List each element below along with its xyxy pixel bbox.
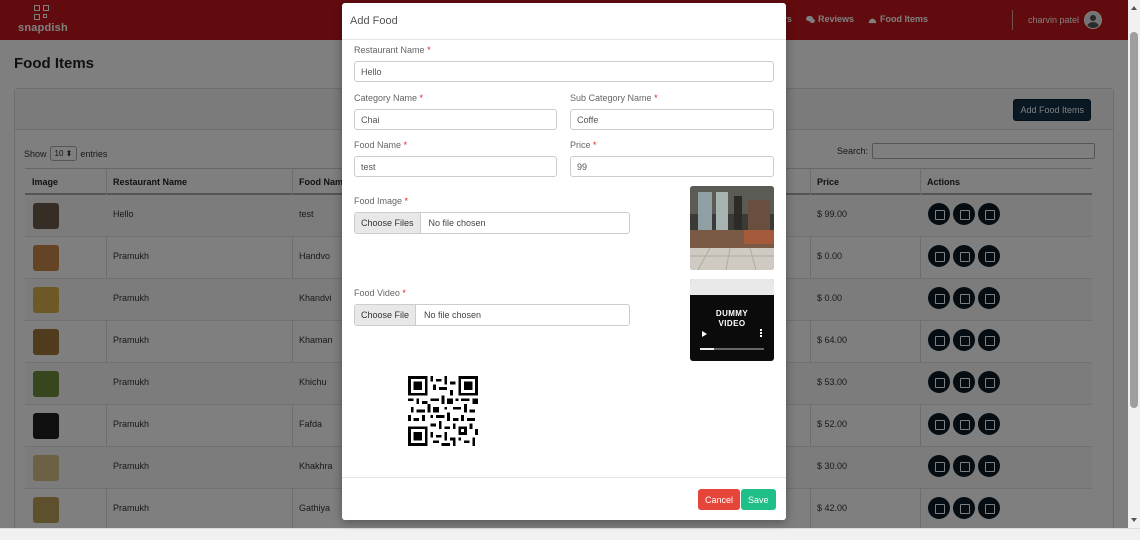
modal-header-divider bbox=[342, 39, 786, 40]
video-top-strip bbox=[690, 279, 774, 295]
choose-files-button[interactable]: Choose Files bbox=[355, 213, 421, 233]
required-mark: * bbox=[654, 93, 658, 103]
required-mark: * bbox=[427, 45, 431, 55]
scroll-up-icon[interactable] bbox=[1131, 6, 1137, 10]
modal-title: Add Food bbox=[350, 15, 398, 27]
food-video-player[interactable]: DUMMY VIDEO bbox=[690, 279, 774, 361]
required-mark: * bbox=[404, 196, 409, 206]
food-image-preview bbox=[690, 186, 774, 270]
price-input[interactable]: 99 bbox=[570, 156, 774, 177]
required-mark: * bbox=[593, 140, 597, 150]
video-overlay-text: DUMMY VIDEO bbox=[715, 309, 749, 328]
required-mark: * bbox=[402, 288, 406, 298]
file-status: No file chosen bbox=[428, 218, 486, 228]
food-image-label: Food Image * bbox=[354, 196, 409, 206]
required-mark: * bbox=[403, 140, 408, 150]
video-progress-bar[interactable] bbox=[700, 348, 764, 350]
food-name-label: Food Name * bbox=[354, 140, 408, 150]
page-scrollbar[interactable] bbox=[1128, 0, 1140, 540]
category-name-label: Category Name * bbox=[354, 93, 424, 103]
add-food-modal: Add Food Restaurant Name * Hello Categor… bbox=[342, 3, 786, 520]
restaurant-interior-image bbox=[690, 186, 774, 270]
modal-footer-divider bbox=[342, 477, 786, 478]
cancel-button[interactable]: Cancel bbox=[698, 489, 741, 510]
more-options-icon[interactable] bbox=[760, 329, 762, 331]
save-button[interactable]: Save bbox=[741, 489, 776, 510]
file-status: No file chosen bbox=[424, 310, 482, 320]
food-name-input[interactable]: test bbox=[354, 156, 557, 177]
play-icon[interactable] bbox=[702, 331, 707, 337]
food-image-file-input[interactable]: Choose Files No file chosen bbox=[354, 212, 630, 234]
horizontal-scrollbar[interactable] bbox=[0, 528, 1140, 540]
food-video-label: Food Video * bbox=[354, 288, 406, 298]
category-name-input[interactable]: Chai bbox=[354, 109, 557, 130]
choose-file-button[interactable]: Choose File bbox=[355, 305, 417, 325]
required-mark: * bbox=[419, 93, 424, 103]
price-label: Price * bbox=[570, 140, 597, 150]
sub-category-name-label: Sub Category Name * bbox=[570, 93, 658, 103]
sub-category-name-input[interactable]: Coffe bbox=[570, 109, 774, 130]
scrollbar-thumb[interactable] bbox=[1130, 32, 1138, 408]
food-video-file-input[interactable]: Choose File No file chosen bbox=[354, 304, 630, 326]
qr-code-image bbox=[408, 376, 478, 446]
restaurant-name-input[interactable]: Hello bbox=[354, 61, 774, 82]
scroll-down-icon[interactable] bbox=[1131, 518, 1137, 522]
restaurant-name-label: Restaurant Name * bbox=[354, 45, 431, 55]
